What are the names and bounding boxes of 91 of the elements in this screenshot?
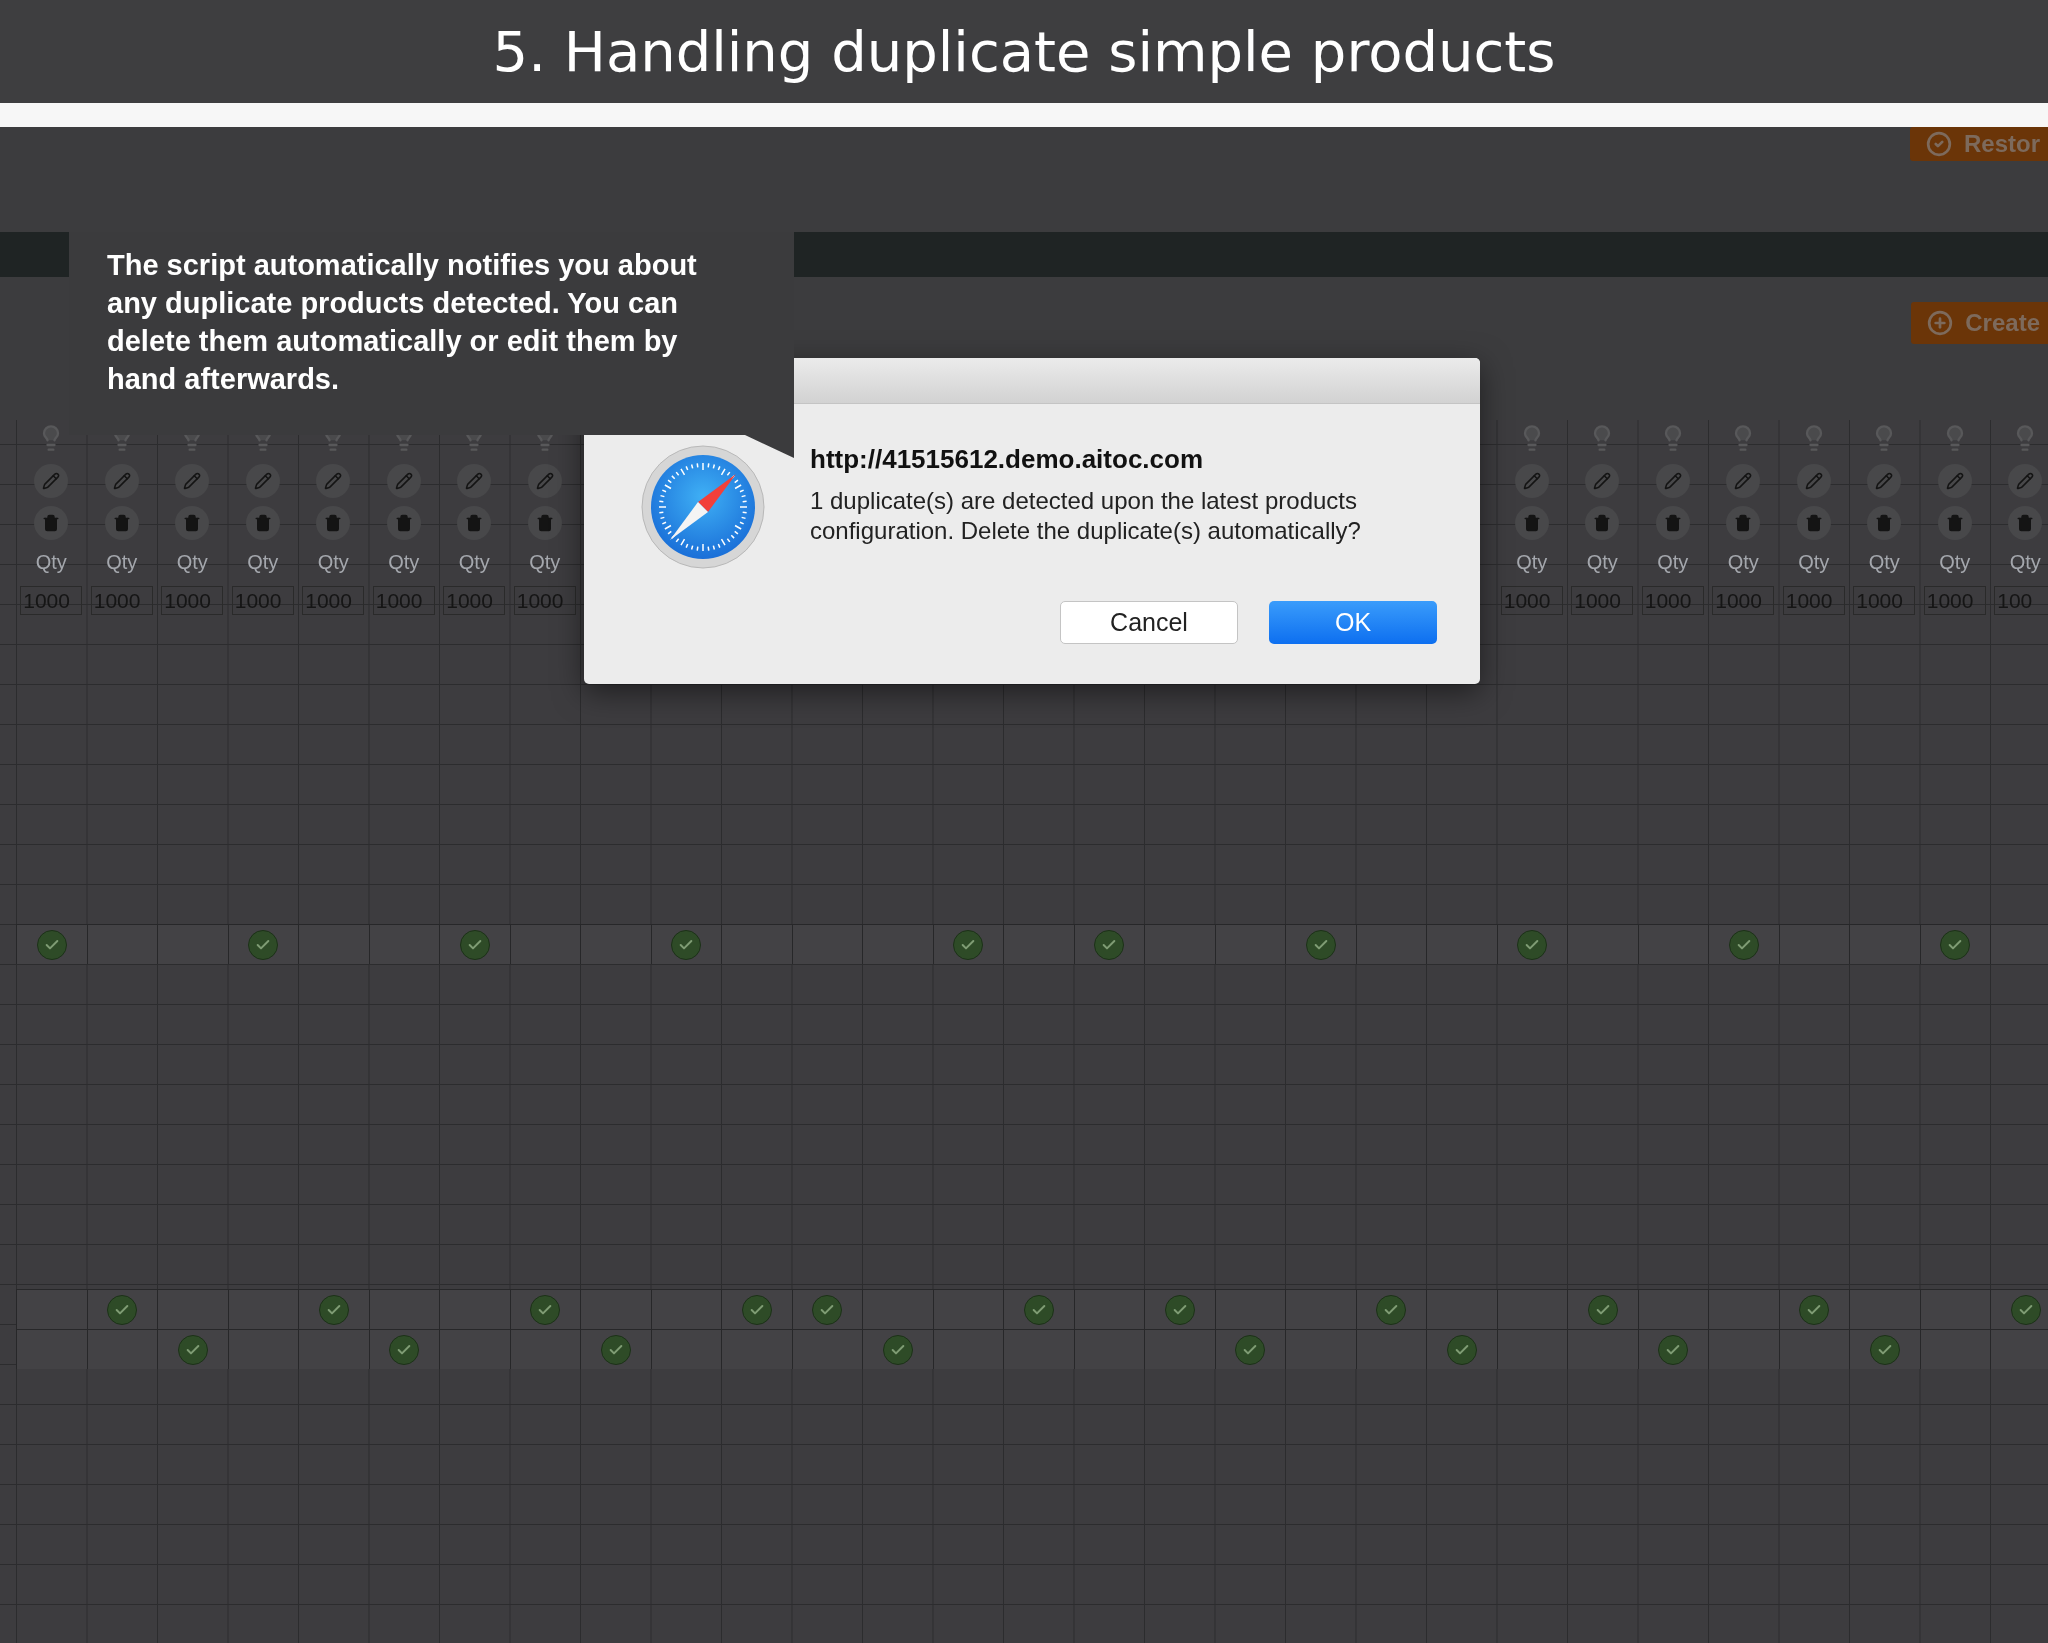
- pencil-icon: [394, 472, 413, 490]
- delete-button[interactable]: [1585, 506, 1620, 540]
- trash-icon: [1593, 514, 1612, 532]
- edit-button[interactable]: [527, 464, 562, 498]
- edit-button[interactable]: [104, 464, 139, 498]
- qty-label: Qty: [1798, 550, 1830, 574]
- qty-label: Qty: [35, 550, 67, 574]
- check-circle-icon: [1925, 131, 1952, 157]
- pencil-icon: [535, 472, 554, 490]
- pencil-icon: [1522, 472, 1541, 490]
- trash-icon: [1875, 514, 1894, 532]
- page-title: 5. Handling duplicate simple products: [492, 17, 1556, 86]
- qty-label: Qty: [247, 550, 279, 574]
- qty-label: Qty: [1868, 550, 1900, 574]
- delete-button[interactable]: [386, 506, 421, 540]
- qty-label: Qty: [1586, 550, 1618, 574]
- qty-label: Qty: [317, 550, 349, 574]
- dialog-message: 1 duplicate(s) are detected upon the latest products configuration. Delete the duplicate(s) automatically?: [810, 486, 1362, 546]
- trash-icon: [112, 514, 131, 532]
- delete-button[interactable]: [1796, 506, 1831, 540]
- toolbar-button[interactable]: Restor: [1909, 127, 2048, 161]
- pencil-icon: [112, 472, 131, 490]
- pencil-icon: [1945, 472, 1964, 490]
- qty-label: Qty: [106, 550, 138, 574]
- edit-button[interactable]: [1585, 464, 1620, 498]
- edit-button[interactable]: [1726, 464, 1761, 498]
- pencil-icon: [465, 472, 484, 490]
- trash-icon: [2016, 514, 2035, 532]
- edit-button[interactable]: [457, 464, 492, 498]
- pencil-icon: [183, 472, 202, 490]
- qty-label: Qty: [1939, 550, 1971, 574]
- qty-label: Qty: [388, 550, 420, 574]
- delete-button[interactable]: [1867, 506, 1902, 540]
- pencil-icon: [253, 472, 272, 490]
- delete-button[interactable]: [2008, 506, 2043, 540]
- tooltip-text: The script automatically notifies you about any duplicate products detected. You can delete them automatically or edit them by hand afterwards.: [107, 248, 698, 397]
- delete-button[interactable]: [104, 506, 139, 540]
- pencil-icon: [2016, 472, 2035, 490]
- pencil-icon: [1593, 472, 1612, 490]
- qty-label: Qty: [1657, 550, 1689, 574]
- delete-button[interactable]: [1655, 506, 1690, 540]
- pencil-icon: [1663, 472, 1682, 490]
- qty-label: Qty: [1516, 550, 1548, 574]
- delete-button[interactable]: [175, 506, 210, 540]
- edit-button[interactable]: [1796, 464, 1831, 498]
- edit-button[interactable]: [34, 464, 69, 498]
- edit-button[interactable]: [245, 464, 280, 498]
- trash-icon: [324, 514, 343, 532]
- edit-button[interactable]: [1867, 464, 1902, 498]
- delete-button[interactable]: [34, 506, 69, 540]
- trash-icon: [1734, 514, 1753, 532]
- delete-button[interactable]: [527, 506, 562, 540]
- edit-button[interactable]: [316, 464, 351, 498]
- trash-icon: [183, 514, 202, 532]
- compass-icon: [640, 444, 766, 570]
- delete-button[interactable]: [245, 506, 280, 540]
- trash-icon: [535, 514, 554, 532]
- pencil-icon: [1875, 472, 1894, 490]
- toolbar-button[interactable]: Create: [1911, 302, 2048, 344]
- pencil-icon: [324, 472, 343, 490]
- trash-icon: [394, 514, 413, 532]
- trash-icon: [1804, 514, 1823, 532]
- pencil-icon: [1804, 472, 1823, 490]
- ok-button[interactable]: OK: [1269, 601, 1437, 644]
- qty-label: Qty: [458, 550, 490, 574]
- plus-circle-icon: [1927, 310, 1954, 336]
- delete-button[interactable]: [1726, 506, 1761, 540]
- cancel-button[interactable]: Cancel: [1060, 601, 1238, 644]
- trash-icon: [465, 514, 484, 532]
- delete-button[interactable]: [457, 506, 492, 540]
- trash-icon: [42, 514, 61, 532]
- trash-icon: [253, 514, 272, 532]
- trash-icon: [1663, 514, 1682, 532]
- edit-button[interactable]: [1655, 464, 1690, 498]
- edit-button[interactable]: [175, 464, 210, 498]
- delete-button[interactable]: [316, 506, 351, 540]
- pencil-icon: [1734, 472, 1753, 490]
- edit-button[interactable]: [2008, 464, 2043, 498]
- delete-button[interactable]: [1514, 506, 1549, 540]
- trash-icon: [1945, 514, 1964, 532]
- pencil-icon: [42, 472, 61, 490]
- qty-label: Qty: [176, 550, 208, 574]
- edit-button[interactable]: [1937, 464, 1972, 498]
- dialog-title: http://41515612.demo.aitoc.com: [810, 444, 1205, 474]
- qty-label: Qty: [529, 550, 561, 574]
- qty-label: Qty: [2009, 550, 2041, 574]
- trash-icon: [1522, 514, 1541, 532]
- delete-button[interactable]: [1937, 506, 1972, 540]
- edit-button[interactable]: [1514, 464, 1549, 498]
- edit-button[interactable]: [386, 464, 421, 498]
- qty-label: Qty: [1727, 550, 1759, 574]
